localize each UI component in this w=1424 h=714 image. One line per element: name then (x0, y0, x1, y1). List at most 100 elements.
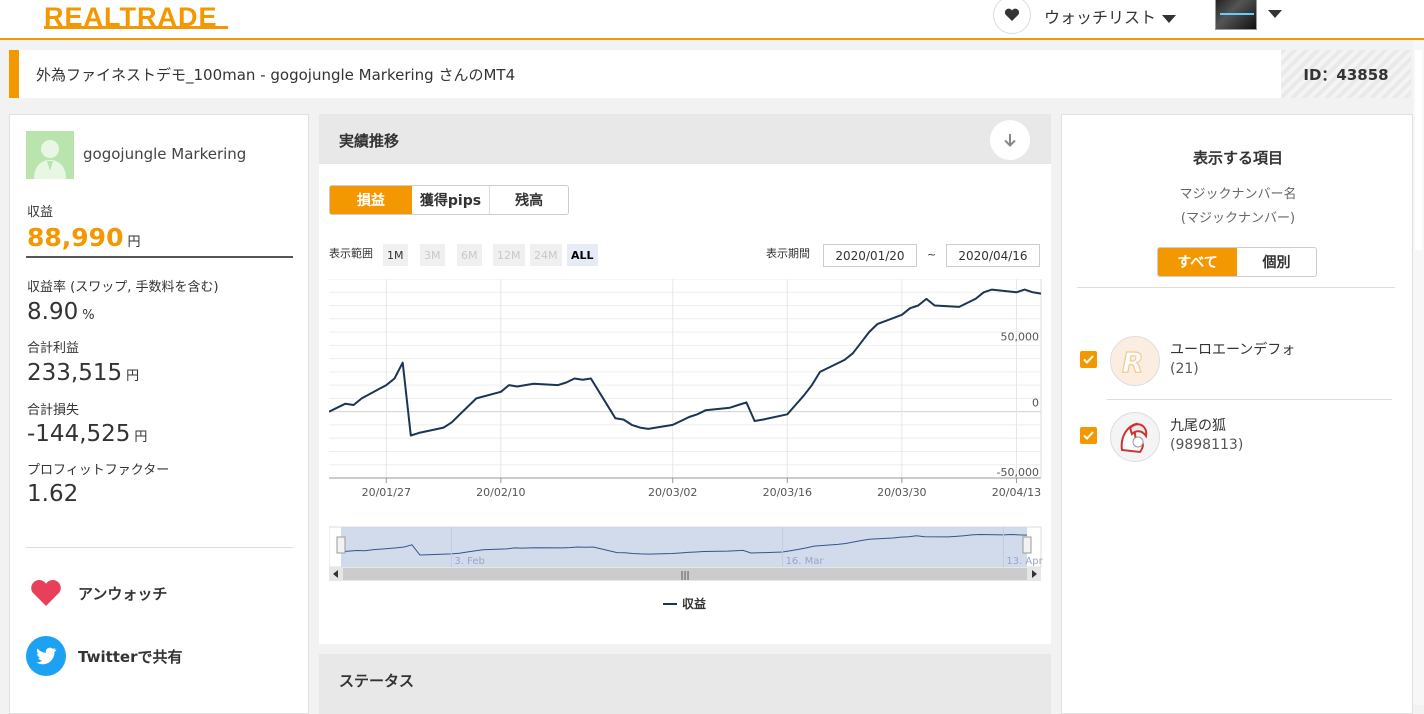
range-24m-button[interactable]: 24M (530, 244, 562, 266)
rate-value-row: 8.90% (27, 299, 95, 325)
toggle-all[interactable]: すべて (1158, 248, 1237, 276)
profit-unit: 円 (127, 235, 141, 250)
x-tick-label: 20/03/16 (763, 486, 812, 499)
divider (1107, 399, 1392, 400)
heart-icon (1004, 8, 1020, 21)
ea-logo: R (1110, 336, 1160, 386)
account-title-bar: 外為ファイネストデモ_100man - gogojungle Markering… (9, 50, 1411, 98)
navigator-handle (336, 536, 346, 554)
profit-label: 収益 (27, 205, 54, 220)
download-button[interactable] (990, 120, 1030, 160)
tab-balance[interactable]: 残高 (490, 186, 568, 214)
status-section-header: ステータス (319, 654, 1051, 714)
ea-item: 九尾の狐 (9898113) (1080, 407, 1392, 467)
toggle-individual[interactable]: 個別 (1237, 248, 1316, 276)
total-profit-label: 合計利益 (27, 341, 80, 356)
profit-chart[interactable]: 20/01/27 20/02/10 20/03/02 20/03/16 20/03/30… (329, 279, 1043, 619)
account-title: 外為ファイネストデモ_100man - gogojungle Markering… (36, 66, 516, 84)
divider (26, 256, 293, 258)
watchlist-label: ウォッチリスト (1044, 8, 1157, 27)
period-label: 表示期間 (766, 247, 810, 260)
x-tick-label: 20/02/10 (476, 486, 525, 499)
navigator-selection (341, 527, 1027, 567)
display-toggle: すべて 個別 (1157, 247, 1317, 277)
total-profit-row: 233,515 円 (27, 360, 139, 386)
display-items-title: 表示する項目 (1192, 149, 1283, 167)
display-items-panel: 表示する項目 マジックナンバー名 (マジックナンバー) すべて 個別 R ユーロ… (1061, 114, 1413, 714)
x-tick-label: 20/03/30 (877, 486, 926, 499)
range-all-button[interactable]: ALL (567, 244, 598, 266)
navigator-label: 16. Mar (786, 556, 825, 567)
metric-tabs: 損益 獲得pips 残高 (329, 185, 569, 215)
range-1m-button[interactable]: 1M (383, 244, 408, 266)
heart-icon (31, 580, 61, 606)
check-icon (1083, 431, 1094, 440)
date-to-input[interactable]: 2020/04/16 (946, 244, 1040, 267)
profit-value: 88,990 (27, 223, 124, 252)
site-logo[interactable]: REALTRADE (44, 2, 228, 33)
ea-checkbox[interactable] (1080, 351, 1097, 368)
date-from-input[interactable]: 2020/01/20 (823, 244, 917, 267)
rate-value: 8.90 (27, 299, 79, 325)
profile-avatar (26, 131, 74, 179)
x-tick-label: 20/03/02 (648, 486, 697, 499)
range-3m-button[interactable]: 3M (420, 244, 445, 266)
svg-text:R: R (1122, 346, 1144, 376)
range-label: 表示範囲 (329, 247, 373, 260)
unwatch-label: アンウォッチ (78, 584, 168, 603)
watchlist-heart-button[interactable] (993, 0, 1031, 34)
twitter-label: Twitterで共有 (78, 647, 183, 666)
arrow-down-icon (1004, 134, 1016, 147)
performance-title: 実績推移 (339, 132, 400, 150)
status-title: ステータス (339, 672, 415, 690)
total-loss-label: 合計損失 (27, 403, 80, 418)
tab-pips[interactable]: 獲得pips (411, 186, 491, 214)
magic-name-label: マジックナンバー名 (1179, 187, 1297, 202)
check-icon (1083, 355, 1094, 364)
user-avatar[interactable] (1215, 0, 1257, 30)
navigator-handle (1022, 536, 1032, 554)
profit-series-line (329, 288, 1042, 437)
chevron-down-icon (1162, 14, 1177, 23)
ea-name: ユーロエーンデフォ (1170, 342, 1296, 358)
total-loss-unit: 円 (134, 430, 148, 445)
range-6m-button[interactable]: 6M (457, 244, 482, 266)
ea-name: 九尾の狐 (1170, 418, 1226, 434)
range-12m-button[interactable]: 12M (493, 244, 525, 266)
user-menu-chevron-icon[interactable] (1268, 10, 1282, 18)
person-icon (34, 140, 66, 179)
divider (1077, 287, 1395, 288)
ea-magic: (21) (1170, 361, 1199, 377)
title-accent (9, 50, 19, 98)
x-tick-label: 20/04/13 (992, 486, 1041, 499)
ea-checkbox[interactable] (1080, 427, 1097, 444)
ea-logo (1110, 412, 1160, 462)
profit-factor-label: プロフィットファクター (27, 463, 170, 478)
magic-number-label: (マジックナンバー) (1180, 211, 1296, 226)
y-tick-label: 0 (1032, 397, 1039, 410)
unwatch-button[interactable]: アンウォッチ (26, 573, 167, 613)
profit-value-row: 88,990 円 (27, 223, 141, 252)
tab-profit[interactable]: 損益 (330, 186, 412, 214)
twitter-icon (26, 636, 66, 676)
performance-panel: 実績推移 損益 獲得pips 残高 表示範囲 1M 3M 6M 12M 24M … (319, 114, 1051, 644)
watchlist-dropdown[interactable]: ウォッチリスト (1044, 4, 1177, 28)
x-tick-label: 20/01/27 (362, 486, 411, 499)
top-bar: REALTRADE ウォッチリスト (0, 0, 1424, 40)
profit-factor-value: 1.62 (27, 481, 79, 507)
y-tick-label: -50,000 (997, 466, 1039, 479)
legend-label: 収益 (682, 596, 706, 611)
fox-logo-icon (1120, 422, 1148, 454)
rate-unit: % (82, 308, 95, 323)
ea-magic: (9898113) (1170, 437, 1244, 453)
page-scrollbar[interactable] (1413, 40, 1424, 705)
y-tick-label: 50,000 (1001, 330, 1040, 343)
account-id: ID：43858 (1281, 50, 1411, 98)
ea-item: R ユーロエーンデフォ (21) (1080, 331, 1392, 391)
scrollbar-grip-icon: ||| (680, 571, 689, 581)
performance-header: 実績推移 (319, 114, 1051, 164)
twitter-share-button[interactable]: Twitterで共有 (26, 636, 183, 676)
rate-label: 収益率 (スワップ, 手数料を含む) (27, 280, 219, 295)
profile-name: gogojungle Markering (83, 145, 247, 163)
navigator-label: 3. Feb (454, 556, 484, 567)
